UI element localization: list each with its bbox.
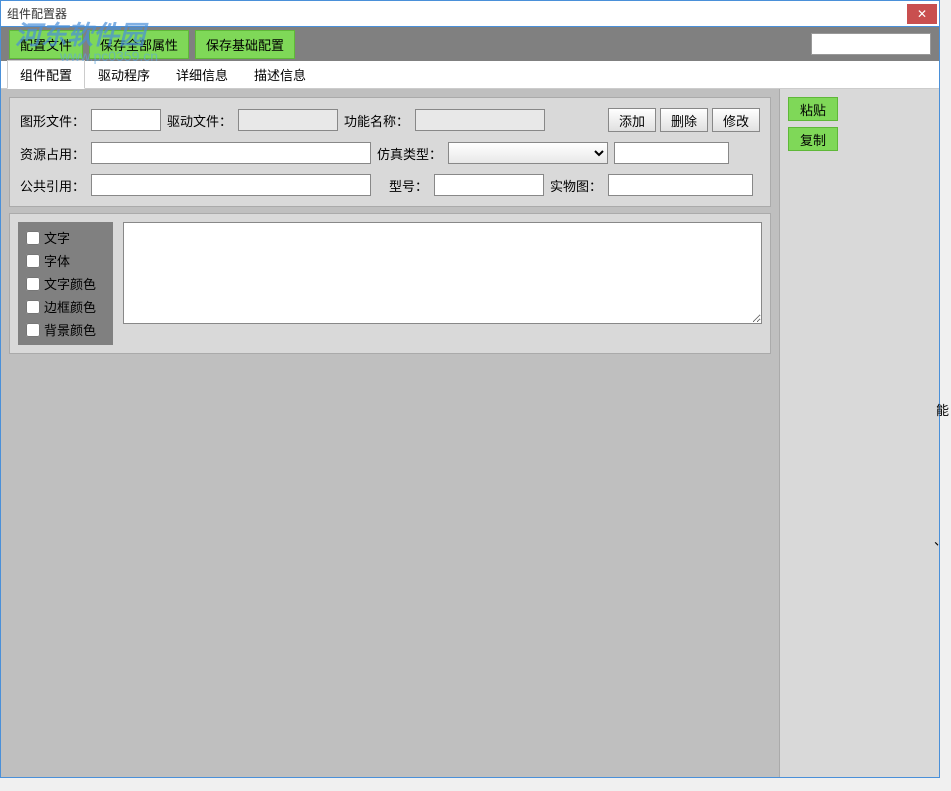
form-row-2: 资源占用： 仿真类型： xyxy=(20,142,760,164)
save-all-props-button[interactable]: 保存全部属性 xyxy=(89,30,189,59)
edge-char-1: 能 xyxy=(936,400,949,419)
form-row-3: 公共引用： 型号： 实物图： xyxy=(20,174,760,196)
label-sim-type: 仿真类型： xyxy=(377,144,442,163)
tab-driver-program[interactable]: 驱动程序 xyxy=(85,60,163,88)
titlebar: 组件配置器 ✕ xyxy=(1,1,939,27)
tab-detail-info[interactable]: 详细信息 xyxy=(163,60,241,88)
input-driver-file[interactable] xyxy=(238,109,338,131)
modify-button[interactable]: 修改 xyxy=(712,108,760,132)
tab-description-info[interactable]: 描述信息 xyxy=(241,60,319,88)
checkbox-border-color-input[interactable] xyxy=(26,300,40,314)
checkbox-text-input[interactable] xyxy=(26,231,40,245)
label-driver-file: 驱动文件： xyxy=(167,111,232,130)
config-file-button[interactable]: 配置文件 xyxy=(9,30,83,59)
checkbox-text-label: 文字 xyxy=(44,228,70,247)
input-sim-extra[interactable] xyxy=(614,142,729,164)
checkbox-column: 文字 字体 文字颜色 边框颜色 xyxy=(18,222,113,345)
copy-button[interactable]: 复制 xyxy=(788,127,838,151)
checkbox-section: 文字 字体 文字颜色 边框颜色 xyxy=(9,213,771,354)
close-icon: ✕ xyxy=(917,7,927,21)
input-public-ref[interactable] xyxy=(91,174,371,196)
label-public-ref: 公共引用： xyxy=(20,176,85,195)
input-physical-img[interactable] xyxy=(608,174,753,196)
label-function-name: 功能名称： xyxy=(344,111,409,130)
lower-empty-area xyxy=(9,356,771,769)
input-graphic-file[interactable] xyxy=(91,109,161,131)
tab-bar: 组件配置 驱动程序 详细信息 描述信息 xyxy=(1,61,939,89)
input-function-name[interactable] xyxy=(415,109,545,131)
window-title: 组件配置器 xyxy=(7,5,67,22)
input-resource-usage[interactable] xyxy=(91,142,371,164)
description-textarea[interactable] xyxy=(123,222,762,324)
checkbox-font-label: 字体 xyxy=(44,251,70,270)
toolbar: 配置文件 保存全部属性 保存基础配置 xyxy=(1,27,939,61)
checkbox-bg-color-input[interactable] xyxy=(26,323,40,337)
main-panel: 图形文件： 驱动文件： 功能名称： 添加 删除 修改 资源占用： 仿真类型： xyxy=(1,89,779,777)
checkbox-font-input[interactable] xyxy=(26,254,40,268)
checkbox-text-color-input[interactable] xyxy=(26,277,40,291)
toolbar-search-input[interactable] xyxy=(811,33,931,55)
save-base-config-button[interactable]: 保存基础配置 xyxy=(195,30,295,59)
checkbox-border-color-label: 边框颜色 xyxy=(44,297,96,316)
content-area: 图形文件： 驱动文件： 功能名称： 添加 删除 修改 资源占用： 仿真类型： xyxy=(1,89,939,777)
checkbox-bg-color[interactable]: 背景颜色 xyxy=(26,318,105,341)
input-model[interactable] xyxy=(434,174,544,196)
checkbox-text-color-label: 文字颜色 xyxy=(44,274,96,293)
side-panel: 粘贴 复制 xyxy=(779,89,939,777)
form-row-1: 图形文件： 驱动文件： 功能名称： 添加 删除 修改 xyxy=(20,108,760,132)
close-button[interactable]: ✕ xyxy=(907,4,937,24)
delete-button[interactable]: 删除 xyxy=(660,108,708,132)
checkbox-text[interactable]: 文字 xyxy=(26,226,105,249)
select-sim-type[interactable] xyxy=(448,142,608,164)
checkbox-text-color[interactable]: 文字颜色 xyxy=(26,272,105,295)
label-resource-usage: 资源占用： xyxy=(20,144,85,163)
add-button[interactable]: 添加 xyxy=(608,108,656,132)
checkbox-font[interactable]: 字体 xyxy=(26,249,105,272)
paste-button[interactable]: 粘贴 xyxy=(788,97,838,121)
label-graphic-file: 图形文件： xyxy=(20,111,85,130)
main-window: 组件配置器 ✕ 配置文件 保存全部属性 保存基础配置 组件配置 驱动程序 详细信… xyxy=(0,0,940,778)
label-model: 型号： xyxy=(389,176,428,195)
label-physical-img: 实物图： xyxy=(550,176,602,195)
checkbox-bg-color-label: 背景颜色 xyxy=(44,320,96,339)
form-section: 图形文件： 驱动文件： 功能名称： 添加 删除 修改 资源占用： 仿真类型： xyxy=(9,97,771,207)
tab-component-config[interactable]: 组件配置 xyxy=(7,60,85,89)
checkbox-border-color[interactable]: 边框颜色 xyxy=(26,295,105,318)
edge-char-2: 、 xyxy=(934,530,947,549)
